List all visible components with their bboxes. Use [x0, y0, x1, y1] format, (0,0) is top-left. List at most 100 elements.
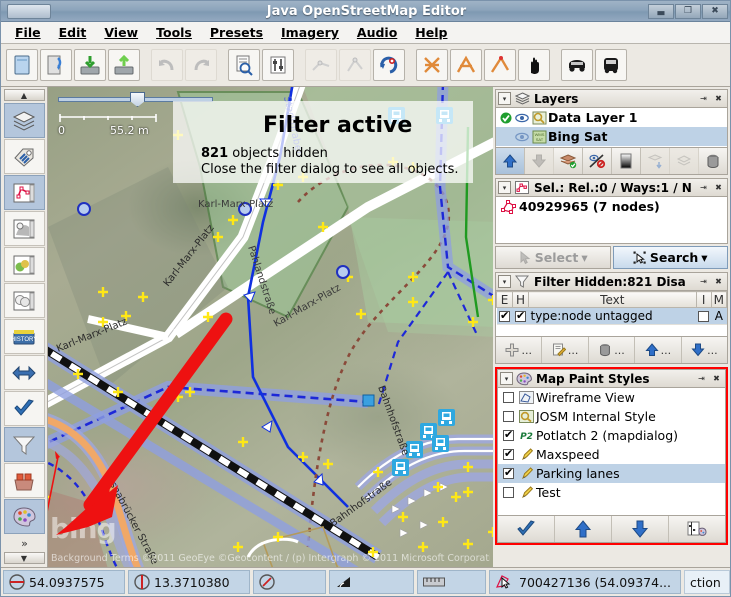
- filter-pin-button[interactable]: ⇥: [697, 275, 710, 288]
- maxspeed-checkbox[interactable]: [503, 449, 514, 460]
- split-way-icon[interactable]: [305, 49, 337, 81]
- selection-panel-toggle[interactable]: [4, 175, 45, 210]
- menu-file[interactable]: File: [6, 23, 50, 42]
- filter-enabled-cell[interactable]: [497, 308, 513, 325]
- filter-inverted-checkbox[interactable]: [698, 311, 709, 322]
- select-button[interactable]: Select ▾: [495, 246, 611, 269]
- status-latitude[interactable]: 54.0937575: [3, 570, 125, 594]
- style-checkbox[interactable]: [500, 487, 517, 498]
- left-toolbar-scroll-up[interactable]: ▲: [4, 89, 45, 101]
- align-nodes-circle-icon[interactable]: [416, 49, 448, 81]
- layers-close-button[interactable]: ✖: [712, 92, 725, 105]
- layer-active-icon[interactable]: [498, 112, 513, 124]
- filter-panel-toggle[interactable]: [4, 427, 45, 462]
- redo-icon[interactable]: [185, 49, 217, 81]
- menu-help[interactable]: Help: [406, 23, 456, 42]
- layer-row-imagery[interactable]: WMSSAT Bing Sat: [496, 127, 727, 146]
- map-paint-styles-list[interactable]: Wireframe View JOSM Internal Style P2 Po…: [497, 388, 726, 516]
- style-row-josm-internal[interactable]: JOSM Internal Style: [498, 407, 725, 426]
- move-layer-down-button[interactable]: [525, 148, 554, 174]
- authors-panel-toggle[interactable]: [4, 247, 45, 282]
- layer-row-data[interactable]: Data Layer 1: [496, 108, 727, 127]
- josm-internal-checkbox[interactable]: [503, 411, 514, 422]
- status-selection-info[interactable]: 700427136 (54.09374...: [489, 570, 681, 594]
- align-nodes-line-icon[interactable]: [450, 49, 482, 81]
- filter-enabled-checkbox[interactable]: [499, 311, 510, 322]
- filter-collapse-button[interactable]: ▾: [498, 275, 511, 288]
- zoom-slider-knob[interactable]: [130, 92, 145, 107]
- conflicts-panel-toggle[interactable]: [4, 283, 45, 318]
- left-toolbar-scroll-down[interactable]: ▼: [4, 552, 45, 564]
- filter-mode-cell[interactable]: A: [711, 308, 726, 325]
- style-checkbox[interactable]: [500, 392, 517, 403]
- edit-filter-button[interactable]: ...: [542, 337, 588, 363]
- filter-hidden-cell[interactable]: [513, 308, 529, 325]
- filter-table-wrap[interactable]: E H Text I M type:node untagged: [495, 291, 728, 337]
- test-checkbox[interactable]: [503, 487, 514, 498]
- style-checkbox[interactable]: [500, 468, 517, 479]
- validator-panel-toggle[interactable]: [4, 391, 45, 426]
- menu-edit[interactable]: Edit: [50, 23, 96, 42]
- open-file-icon[interactable]: [40, 49, 72, 81]
- parking-lanes-checkbox[interactable]: [503, 468, 514, 479]
- changeset-panel-toggle[interactable]: [4, 355, 45, 390]
- filter-hidden-checkbox[interactable]: [515, 311, 526, 322]
- status-heading[interactable]: [253, 570, 326, 594]
- filter-col-mode[interactable]: M: [711, 292, 726, 308]
- delete-layer-button[interactable]: [699, 148, 727, 174]
- selection-collapse-button[interactable]: ▾: [498, 181, 511, 194]
- tags-panel-toggle[interactable]: [4, 139, 45, 174]
- layers-collapse-button[interactable]: ▾: [498, 92, 511, 105]
- download-data-icon[interactable]: [74, 49, 106, 81]
- add-filter-button[interactable]: ...: [496, 337, 542, 363]
- style-checkbox[interactable]: [500, 411, 517, 422]
- layers-panel-toggle[interactable]: [4, 103, 45, 138]
- filter-text-cell[interactable]: type:node untagged: [529, 308, 697, 325]
- style-checkbox[interactable]: [500, 449, 517, 460]
- new-layer-icon[interactable]: [6, 49, 38, 81]
- layer-visibility-icon-dim[interactable]: [513, 132, 530, 142]
- move-style-down-button[interactable]: [612, 516, 669, 542]
- duplicate-layer-button[interactable]: [670, 148, 699, 174]
- selection-pin-button[interactable]: ⇥: [697, 181, 710, 194]
- combine-way-icon[interactable]: [339, 49, 371, 81]
- undo-icon[interactable]: [151, 49, 183, 81]
- style-row-wireframe[interactable]: Wireframe View: [498, 388, 725, 407]
- move-style-up-button[interactable]: [555, 516, 612, 542]
- filter-col-enabled[interactable]: E: [497, 292, 513, 308]
- style-row-test[interactable]: Test: [498, 483, 725, 502]
- mps-pin-button[interactable]: ⇥: [695, 372, 708, 385]
- layers-pin-button[interactable]: ⇥: [697, 92, 710, 105]
- style-row-maxspeed[interactable]: Maxspeed: [498, 445, 725, 464]
- style-row-potlatch2[interactable]: P2 Potlatch 2 (mapdialog): [498, 426, 725, 445]
- todo-panel-toggle[interactable]: [4, 463, 45, 498]
- minimize-button[interactable]: ▃: [648, 4, 674, 19]
- selection-list[interactable]: 40929965 (7 nodes): [495, 197, 728, 244]
- menu-imagery[interactable]: Imagery: [272, 23, 348, 42]
- reverse-way-icon[interactable]: [373, 49, 405, 81]
- orthogonalize-icon[interactable]: [484, 49, 516, 81]
- wireframe-checkbox[interactable]: [503, 392, 514, 403]
- show-hide-layer-button[interactable]: [583, 148, 612, 174]
- style-settings-button[interactable]: [669, 516, 725, 542]
- delete-filter-button[interactable]: ...: [589, 337, 635, 363]
- activate-layer-button[interactable]: [554, 148, 583, 174]
- filter-row[interactable]: type:node untagged A: [497, 308, 727, 325]
- close-button[interactable]: ✖: [702, 4, 728, 19]
- relations-panel-toggle[interactable]: [4, 211, 45, 246]
- filter-inverted-cell[interactable]: [696, 308, 711, 325]
- status-longitude[interactable]: 13.3710380: [128, 570, 250, 594]
- mps-close-button[interactable]: ✖: [710, 372, 723, 385]
- style-row-parking-lanes[interactable]: Parking lanes: [498, 464, 725, 483]
- layer-visibility-icon[interactable]: [513, 113, 530, 123]
- move-filter-up-button[interactable]: ...: [635, 337, 681, 363]
- status-action-hint[interactable]: ction: [684, 570, 730, 594]
- move-filter-down-button[interactable]: ...: [682, 337, 727, 363]
- merge-layer-button[interactable]: [641, 148, 670, 174]
- mps-collapse-button[interactable]: ▾: [500, 372, 513, 385]
- layer-opacity-button[interactable]: [612, 148, 641, 174]
- status-distance[interactable]: [417, 570, 486, 594]
- layers-list[interactable]: Data Layer 1 WMSSAT Bing Sat: [495, 108, 728, 148]
- search-dropdown-arrow[interactable]: ▾: [701, 250, 707, 265]
- style-checkbox[interactable]: [500, 430, 517, 441]
